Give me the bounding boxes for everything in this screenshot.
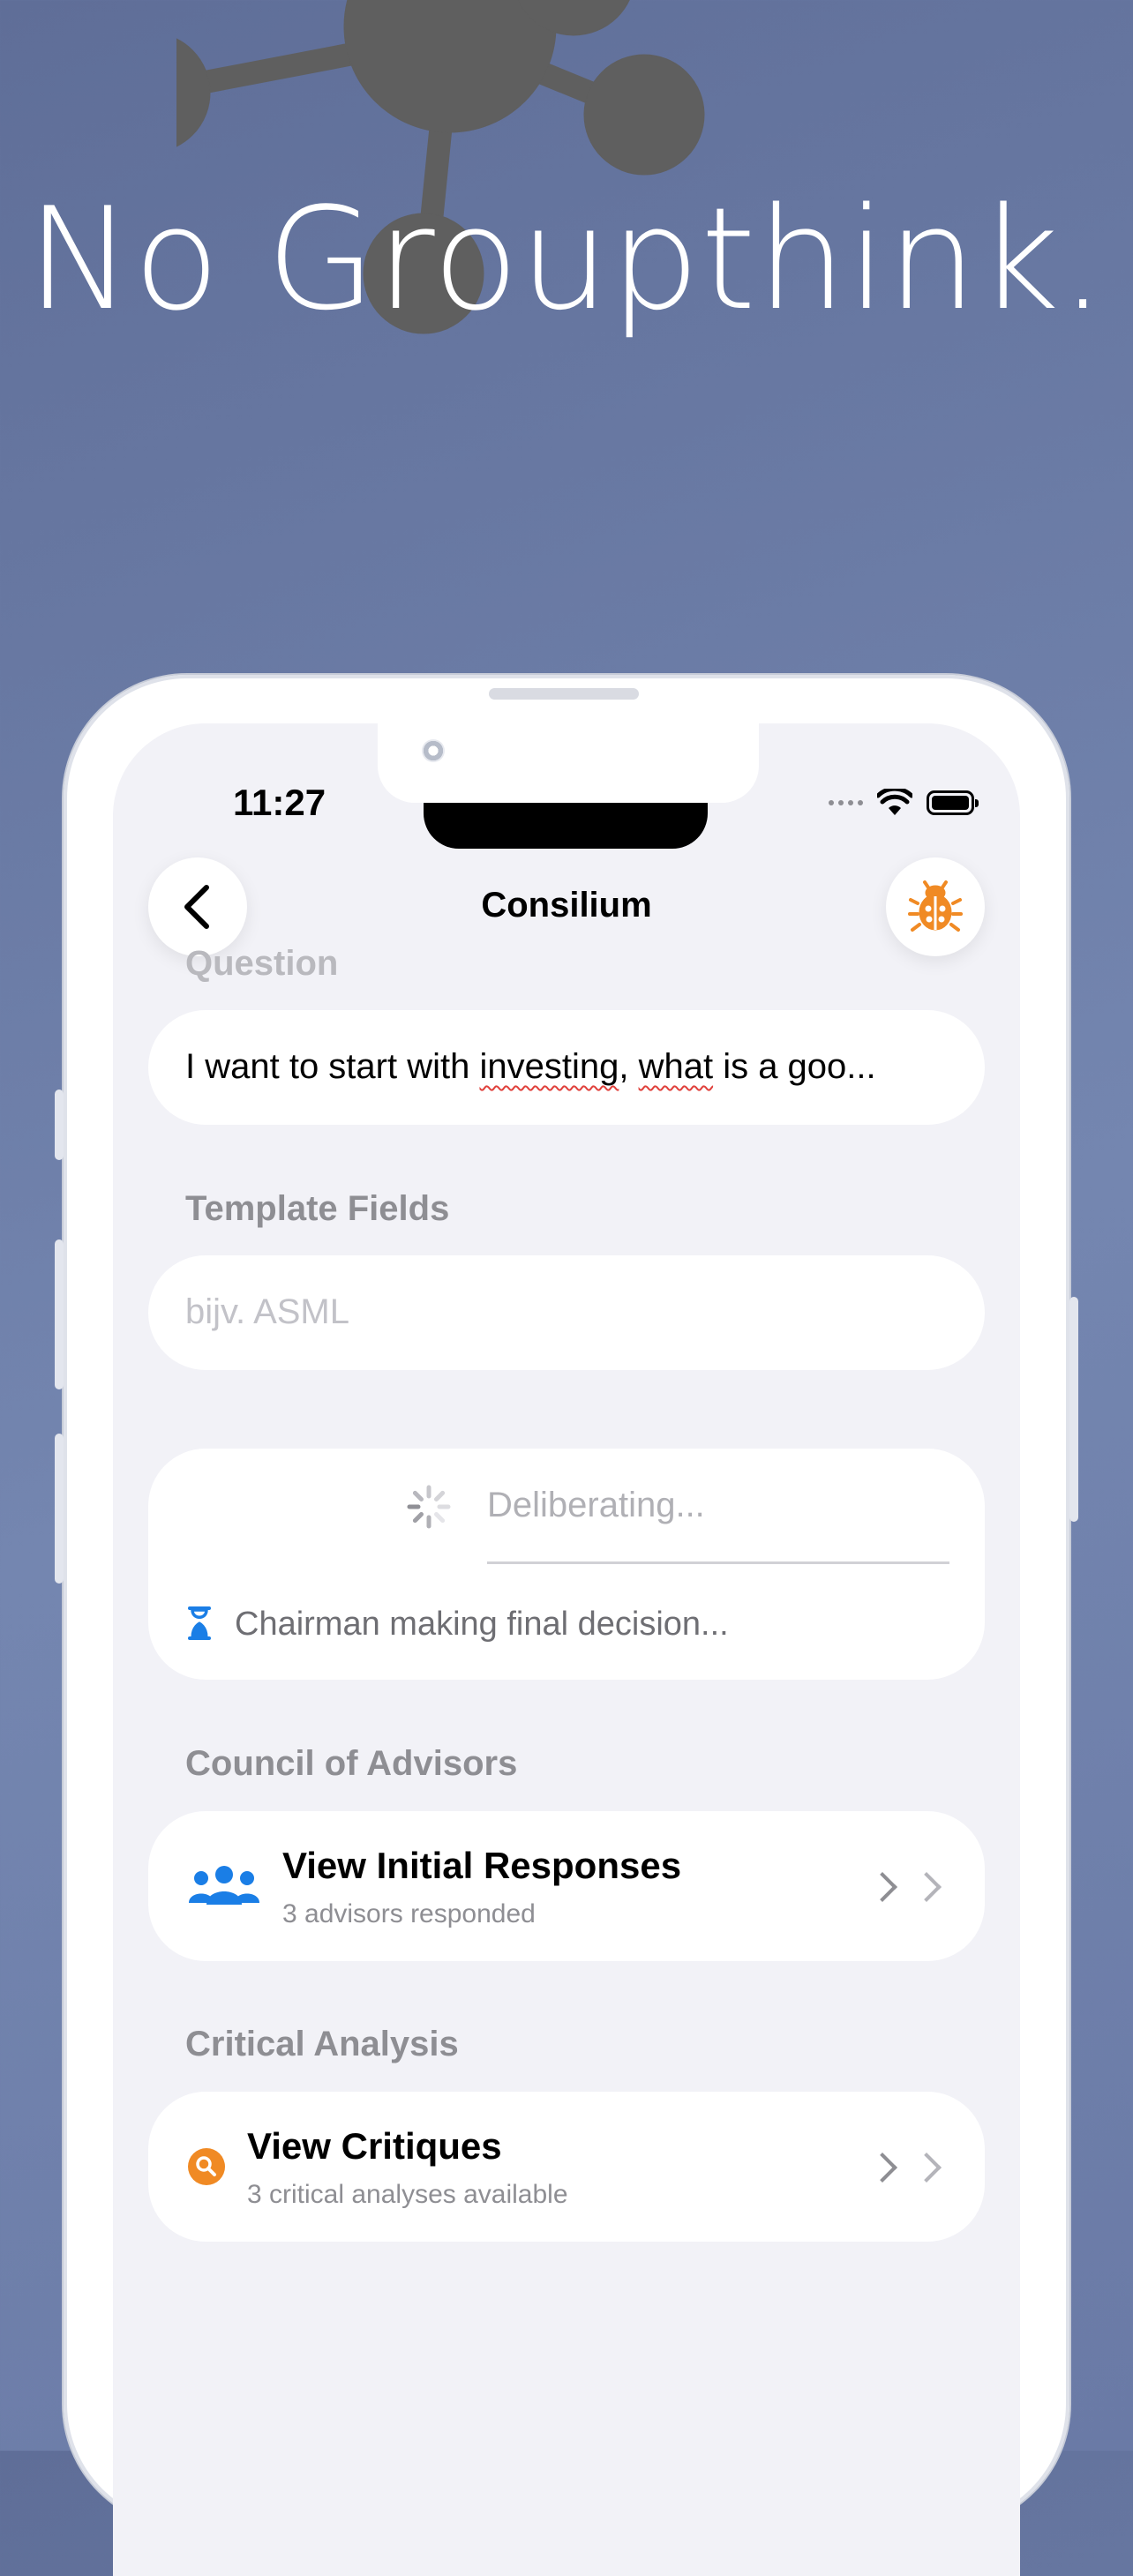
hero-headline: No Groupthink. [26, 176, 1107, 341]
wifi-icon [877, 789, 912, 815]
volume-up-button [55, 1239, 64, 1389]
deliberation-step: Chairman making final decision... [235, 1606, 729, 1643]
silent-switch [55, 1090, 64, 1160]
battery-icon [927, 790, 979, 815]
power-button [1069, 1297, 1078, 1522]
chevron-right-icon [912, 1872, 942, 1902]
phone-frame: 11:27 Consilium Question I want to start… [55, 675, 1078, 2576]
app-screen: 11:27 Consilium Question I want to start… [113, 723, 1020, 2576]
critical-label: Critical Analysis [185, 2025, 459, 2063]
loading-spinner-icon [407, 1485, 451, 1529]
hourglass-icon [188, 1606, 211, 1640]
deliberation-card: Deliberating... Chairman making final de… [148, 1449, 985, 1680]
view-initial-responses-subtitle: 3 advisors responded [282, 1899, 536, 1928]
status-divider [487, 1561, 949, 1564]
template-field-input[interactable]: bijv. ASML [148, 1255, 985, 1370]
question-input[interactable]: I want to start with investing, what is … [148, 1010, 985, 1125]
view-critiques-title: View Critiques [247, 2125, 502, 2167]
deliberation-status: Deliberating... [487, 1486, 705, 1524]
view-critiques-row[interactable]: View Critiques 3 critical analyses avail… [148, 2092, 985, 2242]
dynamic-island [424, 803, 708, 849]
view-critiques-subtitle: 3 critical analyses available [247, 2180, 568, 2209]
debug-button[interactable] [886, 857, 985, 956]
question-label: Question [185, 944, 339, 983]
front-camera [422, 739, 445, 762]
chevron-right-icon [867, 2153, 897, 2183]
status-icons [829, 785, 979, 820]
camera-housing [378, 723, 759, 803]
status-time: 11:27 [233, 782, 326, 823]
magnifier-icon [188, 2148, 225, 2185]
people-group-icon [189, 1866, 259, 1905]
question-text: I want to start with investing, what is … [185, 1047, 876, 1086]
signal-dots-icon [829, 800, 863, 805]
chevron-right-icon [912, 2153, 942, 2183]
volume-down-button [55, 1434, 64, 1584]
nav-title: Consilium [481, 886, 652, 925]
speaker-grille [489, 688, 639, 700]
template-fields-label: Template Fields [185, 1189, 450, 1228]
view-initial-responses-row[interactable]: View Initial Responses 3 advisors respon… [148, 1811, 985, 1961]
ladybug-icon [908, 880, 963, 932]
council-label: Council of Advisors [185, 1744, 518, 1783]
chevron-right-icon [867, 1872, 897, 1902]
view-initial-responses-title: View Initial Responses [282, 1845, 682, 1886]
template-field-placeholder: bijv. ASML [185, 1292, 349, 1331]
